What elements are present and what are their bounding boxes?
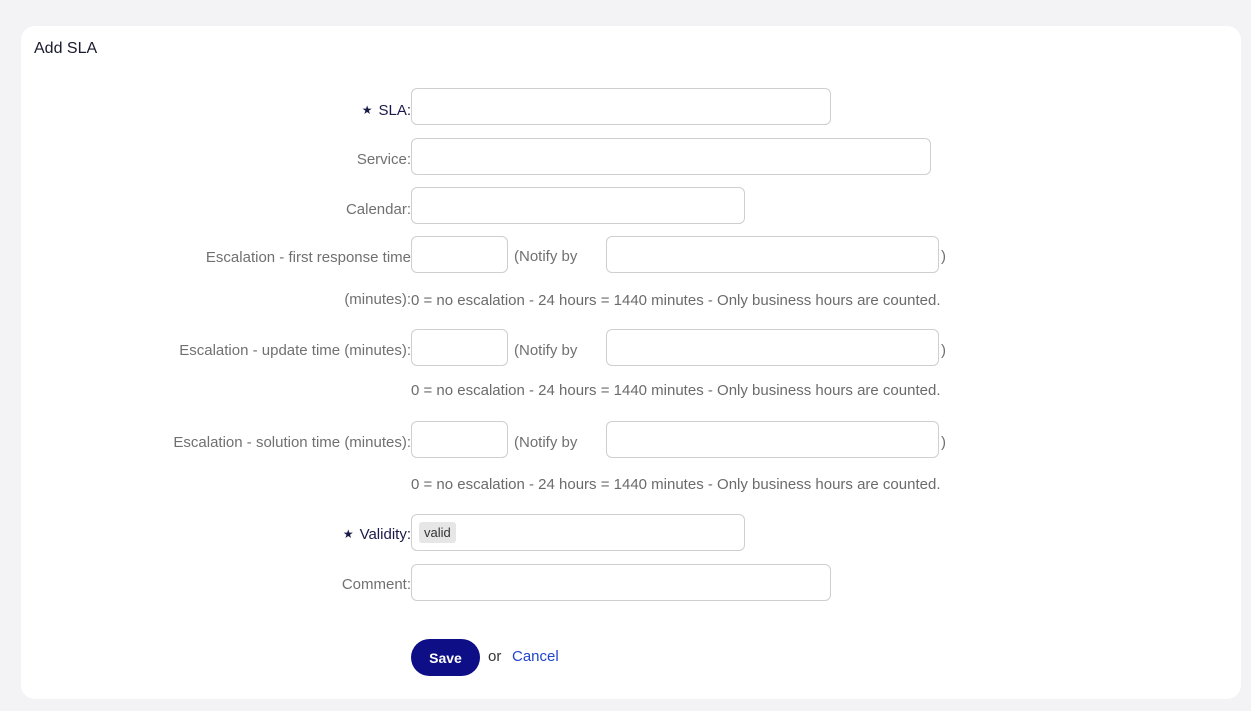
first-response-time-input[interactable] bbox=[411, 236, 508, 273]
validity-select[interactable]: valid bbox=[411, 514, 745, 551]
required-star-icon: ★ bbox=[342, 527, 354, 541]
add-sla-panel: Add SLA ★ SLA: Service: Calendar: Escalat… bbox=[21, 26, 1241, 699]
panel-title: Add SLA bbox=[34, 40, 98, 57]
required-star-icon: ★ bbox=[361, 103, 373, 117]
first-response-label: Escalation - first response time bbox=[205, 249, 411, 266]
validity-label: ★ Validity: bbox=[342, 526, 411, 543]
first-response-notify-input[interactable] bbox=[606, 236, 939, 273]
solution-notify-input[interactable] bbox=[606, 421, 939, 458]
service-input[interactable] bbox=[411, 138, 931, 175]
first-response-hint: 0 = no escalation - 24 hours = 1440 minu… bbox=[411, 292, 941, 309]
sla-label: ★ SLA: bbox=[361, 102, 411, 119]
comment-input[interactable] bbox=[411, 564, 831, 601]
solution-time-input[interactable] bbox=[411, 421, 508, 458]
update-time-input[interactable] bbox=[411, 329, 508, 366]
update-time-label: Escalation - update time (minutes): bbox=[179, 342, 411, 359]
solution-time-label: Escalation - solution time (minutes): bbox=[173, 434, 411, 451]
save-button[interactable]: Save bbox=[411, 639, 480, 676]
update-hint: 0 = no escalation - 24 hours = 1440 minu… bbox=[411, 382, 941, 399]
calendar-input[interactable] bbox=[411, 187, 745, 224]
solution-hint: 0 = no escalation - 24 hours = 1440 minu… bbox=[411, 476, 941, 493]
comment-label: Comment: bbox=[341, 576, 411, 593]
cancel-link[interactable]: Cancel bbox=[512, 648, 559, 665]
update-notify-label: (Notify by bbox=[514, 342, 578, 359]
solution-notify-label: (Notify by bbox=[514, 434, 578, 451]
validity-selected-value: valid bbox=[419, 522, 456, 543]
first-response-close-paren: ) bbox=[941, 248, 946, 265]
first-response-label-unit: (minutes): bbox=[344, 291, 411, 308]
update-close-paren: ) bbox=[941, 342, 946, 359]
service-label: Service: bbox=[356, 151, 411, 168]
sla-input[interactable] bbox=[411, 88, 831, 125]
update-notify-input[interactable] bbox=[606, 329, 939, 366]
solution-close-paren: ) bbox=[941, 434, 946, 451]
or-text: or bbox=[488, 648, 502, 665]
calendar-label: Calendar: bbox=[345, 201, 411, 218]
first-response-notify-label: (Notify by bbox=[514, 248, 578, 265]
